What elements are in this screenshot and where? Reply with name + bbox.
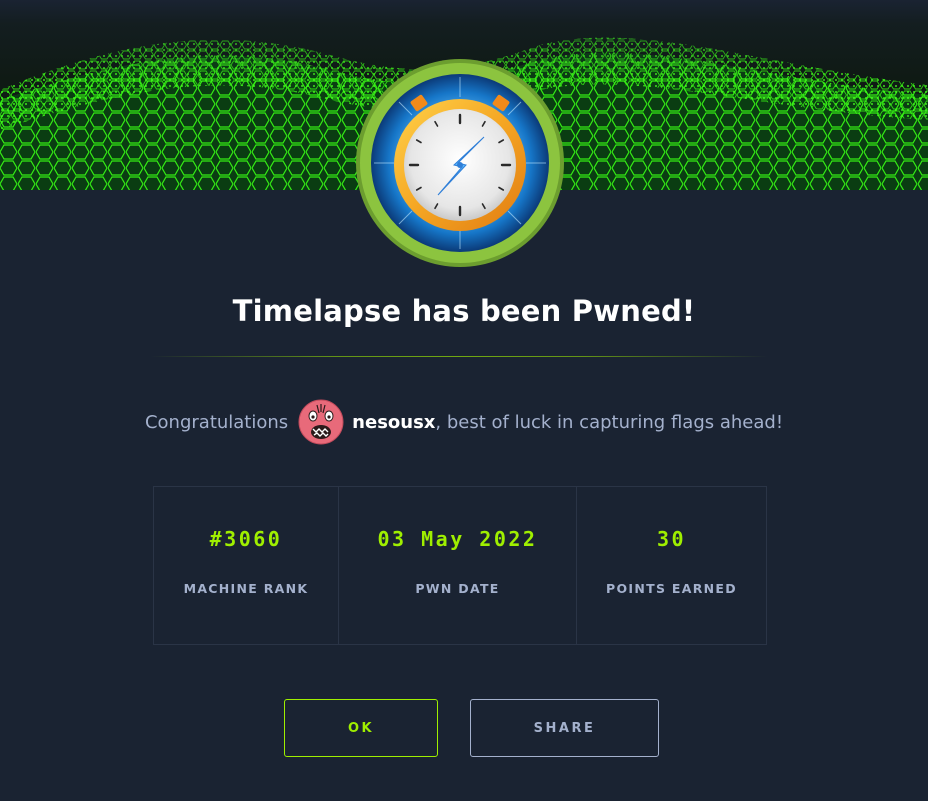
stat-value: 30 (656, 527, 687, 551)
user-avatar-icon (298, 399, 344, 445)
stat-points-earned: 30 POINTS EARNED (577, 487, 766, 644)
page-title: Timelapse has been Pwned! (232, 294, 696, 328)
congrats-message: Congratulations nesousx , best of luck i… (0, 399, 928, 445)
ok-button[interactable]: OK (284, 699, 438, 757)
username: nesousx (352, 411, 436, 433)
stat-machine-rank: #3060 MACHINE RANK (154, 487, 339, 644)
pwned-modal: Timelapse has been Pwned! Congratulation… (0, 0, 928, 801)
stat-pwn-date: 03 May 2022 PWN DATE (339, 487, 577, 644)
stat-label: POINTS EARNED (606, 581, 737, 596)
title-divider (150, 356, 768, 357)
congrats-suffix: , best of luck in capturing flags ahead! (435, 411, 784, 433)
share-button[interactable]: SHARE (470, 699, 659, 757)
stats-panel: #3060 MACHINE RANK 03 May 2022 PWN DATE … (153, 486, 767, 645)
stopwatch-badge-icon (354, 57, 566, 269)
stat-label: MACHINE RANK (183, 581, 309, 596)
congrats-prefix: Congratulations (144, 411, 289, 433)
stat-value: #3060 (209, 527, 283, 551)
stat-label: PWN DATE (415, 581, 500, 596)
stat-value: 03 May 2022 (377, 527, 538, 551)
